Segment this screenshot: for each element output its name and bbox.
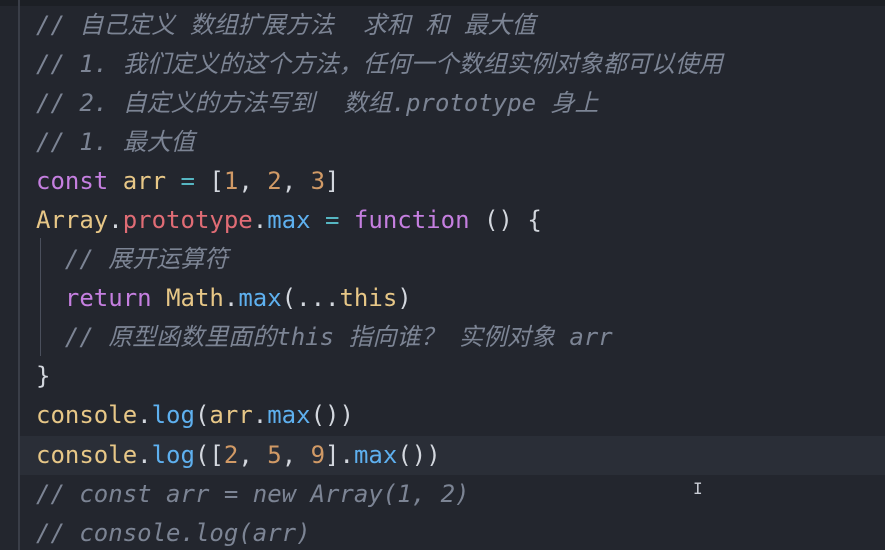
code-token: arr xyxy=(209,401,253,429)
code-line[interactable]: // 2. 自定义的方法写到 数组.prototype 身上 xyxy=(36,84,599,123)
code-token: . xyxy=(108,206,123,234)
code-token: . xyxy=(252,401,268,429)
code-line[interactable]: // 原型函数里面的this 指向谁？ 实例对象 arr xyxy=(36,318,613,357)
code-token: max xyxy=(267,401,311,429)
code-token: console xyxy=(36,441,138,469)
code-token: max xyxy=(238,284,282,312)
code-line[interactable]: // 1. 我们定义的这个方法，任何一个数组实例对象都可以使用 xyxy=(36,45,723,84)
code-token: ()) xyxy=(397,441,441,469)
code-token: 2 xyxy=(223,441,239,469)
code-token: // 1. 最大值 xyxy=(36,128,195,156)
code-token: // 2. 自定义的方法写到 数组.prototype 身上 xyxy=(36,89,599,117)
code-token: = xyxy=(180,167,195,195)
code-token: // const arr = new Array(1, 2) xyxy=(36,480,470,508)
code-token: , xyxy=(238,441,268,469)
code-token: = xyxy=(325,206,340,234)
code-token: , xyxy=(281,167,311,195)
code-token: . xyxy=(223,284,239,312)
code-line[interactable]: } xyxy=(36,357,50,396)
code-line[interactable]: // 自己定义 数组扩展方法 求和 和 最大值 xyxy=(36,6,536,45)
code-token: this xyxy=(339,284,398,312)
code-token: . xyxy=(252,206,268,234)
code-line[interactable]: // 1. 最大值 xyxy=(36,123,195,162)
code-line[interactable]: console.log([2, 5, 9].max()) xyxy=(36,436,441,475)
code-token: log xyxy=(151,441,195,469)
code-token: Math xyxy=(166,284,224,312)
code-token: 3 xyxy=(310,167,326,195)
code-token: 1 xyxy=(223,167,239,195)
code-token: ) xyxy=(397,284,412,312)
code-line[interactable]: const arr = [1, 2, 3] xyxy=(36,162,340,201)
code-token: max xyxy=(353,441,398,469)
code-token: max xyxy=(267,206,311,234)
code-token: // 自己定义 数组扩展方法 求和 和 最大值 xyxy=(36,11,536,39)
code-line[interactable]: // 展开运算符 xyxy=(36,240,228,279)
code-line[interactable]: // console.log(arr) xyxy=(36,514,311,550)
code-token: , xyxy=(238,167,268,195)
code-token: 5 xyxy=(267,441,282,469)
code-token: ( xyxy=(194,401,210,429)
code-token: // 原型函数里面的this 指向谁？ 实例对象 arr xyxy=(36,323,613,351)
code-token: // console.log(arr) xyxy=(36,519,311,547)
code-token: arr xyxy=(122,167,167,195)
code-token: ] xyxy=(325,167,340,195)
code-token: . xyxy=(137,441,152,469)
code-token: Array xyxy=(36,206,109,234)
code-editor[interactable]: // 自己定义 数组扩展方法 求和 和 最大值 // 1. 我们定义的这个方法，任… xyxy=(0,0,885,550)
code-token: ()) xyxy=(310,401,354,429)
code-token: prototype xyxy=(122,206,253,234)
code-line[interactable]: console.log(arr.max()) xyxy=(36,396,354,435)
code-token: 9 xyxy=(310,441,326,469)
code-token: [ xyxy=(194,167,224,195)
code-token: 2 xyxy=(267,167,282,195)
code-token: () { xyxy=(469,206,542,234)
code-token: ]. xyxy=(325,441,354,469)
code-token: // 展开运算符 xyxy=(36,245,229,273)
code-token: // 1. 我们定义的这个方法，任何一个数组实例对象都可以使用 xyxy=(36,50,723,78)
code-token: , xyxy=(281,441,311,469)
code-line[interactable]: Array.prototype.max = function () { xyxy=(36,201,542,240)
code-token: . xyxy=(137,401,152,429)
code-token: console xyxy=(36,401,138,429)
code-token: return xyxy=(64,284,152,312)
code-token: } xyxy=(36,362,51,390)
code-token: const xyxy=(36,167,109,195)
code-token: ([ xyxy=(194,441,224,469)
code-line[interactable]: // const arr = new Array(1, 2) xyxy=(36,475,469,514)
code-line[interactable]: return Math.max(...this) xyxy=(36,279,412,318)
code-token: (... xyxy=(281,284,340,312)
code-token: function xyxy=(353,206,470,234)
code-token: log xyxy=(151,401,195,429)
text-cursor-icon: I xyxy=(693,479,703,498)
